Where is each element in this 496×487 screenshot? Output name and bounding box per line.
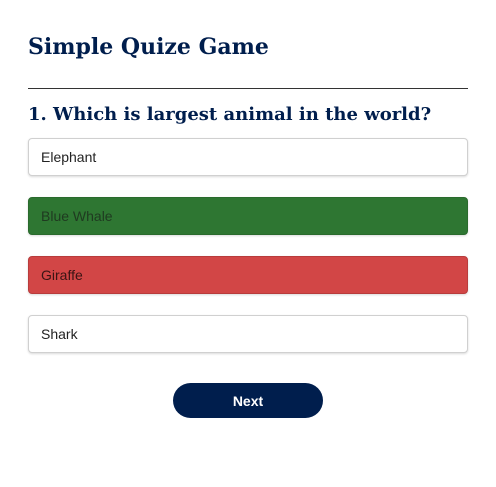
question-text: 1. Which is largest animal in the world? [28, 104, 432, 125]
answer-button-elephant[interactable]: Elephant [28, 138, 468, 176]
app-title: Simple Quize Game [28, 34, 269, 60]
title-divider [28, 88, 468, 89]
answer-list: Elephant Blue Whale Giraffe Shark [28, 138, 468, 374]
next-button[interactable]: Next [173, 383, 323, 418]
answer-button-giraffe[interactable]: Giraffe [28, 256, 468, 294]
answer-button-shark[interactable]: Shark [28, 315, 468, 353]
answer-button-blue-whale[interactable]: Blue Whale [28, 197, 468, 235]
quiz-app: Simple Quize Game 1. Which is largest an… [0, 0, 496, 487]
